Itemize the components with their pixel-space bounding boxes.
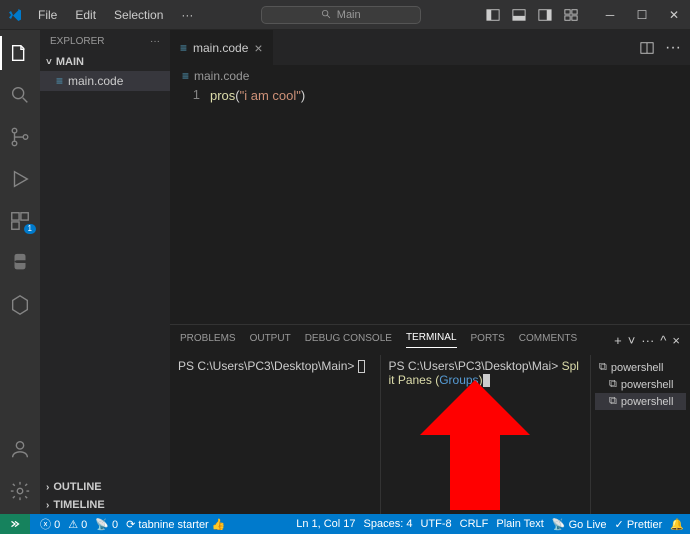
file-icon: ≡: [182, 69, 189, 83]
activity-source-control-icon[interactable]: [0, 120, 40, 154]
cursor-icon: [358, 360, 365, 373]
file-icon: ≡: [180, 41, 187, 55]
panel-tab-output[interactable]: OUTPUT: [250, 333, 291, 348]
split-editor-icon[interactable]: [636, 37, 658, 59]
tab-close-icon[interactable]: ×: [254, 40, 262, 56]
toggle-panel-icon[interactable]: [506, 0, 532, 30]
chevron-right-icon: [46, 482, 49, 493]
menu-more[interactable]: ···: [173, 4, 201, 26]
explorer-title: EXPLORER: [50, 36, 104, 47]
chevron-right-icon: [46, 500, 49, 511]
status-prettier[interactable]: ✓ Prettier: [615, 518, 663, 531]
panel-maximize-icon[interactable]: ^: [660, 333, 666, 348]
window-minimize-icon[interactable]: ─: [594, 0, 626, 30]
powershell-icon: ⧉: [609, 395, 617, 408]
terminal-list-label: powershell: [611, 362, 664, 374]
status-ports-count: 0: [112, 519, 118, 531]
toggle-secondary-icon[interactable]: [532, 0, 558, 30]
status-encoding[interactable]: UTF-8: [420, 518, 451, 530]
activity-extensions-icon[interactable]: 1: [0, 204, 40, 238]
terminal-text: Spl: [562, 359, 579, 373]
terminal-prompt: PS C:\Users\PC3\Desktop\Mai>: [389, 359, 562, 373]
outline-section[interactable]: OUTLINE: [40, 478, 170, 496]
status-spaces[interactable]: Spaces: 4: [364, 518, 413, 530]
editor-more-icon[interactable]: ···: [662, 37, 684, 59]
status-eol[interactable]: CRLF: [460, 518, 489, 530]
activity-extra-icon[interactable]: [0, 288, 40, 322]
status-language[interactable]: Plain Text: [496, 518, 544, 530]
extensions-badge: 1: [24, 224, 36, 234]
window-close-icon[interactable]: ✕: [658, 0, 690, 30]
code-paren[interactable]: ): [301, 87, 305, 105]
menu-selection[interactable]: Selection: [106, 4, 171, 26]
activity-explorer-icon[interactable]: [0, 36, 40, 70]
activity-search-icon[interactable]: [0, 78, 40, 112]
explorer-more-icon[interactable]: ···: [150, 36, 160, 47]
status-errors[interactable]: ⓧ 0: [40, 516, 60, 532]
panel-more-icon[interactable]: ···: [641, 333, 654, 348]
activity-python-icon[interactable]: [0, 246, 40, 280]
status-line-col[interactable]: Ln 1, Col 17: [296, 518, 355, 530]
line-number: 1: [170, 87, 200, 102]
code-string[interactable]: "i am cool": [240, 87, 301, 105]
powershell-icon: ⧉: [599, 361, 607, 374]
terminal-list-item[interactable]: ⧉ powershell: [595, 393, 686, 410]
customize-layout-icon[interactable]: [558, 0, 584, 30]
status-warnings-count: 0: [81, 519, 87, 531]
activity-debug-icon[interactable]: [0, 162, 40, 196]
chevron-down-icon: [46, 57, 52, 68]
status-golive-label: Go Live: [569, 519, 607, 531]
activity-account-icon[interactable]: [0, 432, 40, 466]
panel-tab-problems[interactable]: PROBLEMS: [180, 333, 236, 348]
panel-close-icon[interactable]: ×: [672, 333, 680, 348]
file-icon: ≡: [56, 74, 63, 88]
panel-tab-comments[interactable]: COMMENTS: [519, 333, 577, 348]
tree-item-main-code[interactable]: ≡ main.code: [40, 71, 170, 91]
panel-tab-ports[interactable]: PORTS: [471, 333, 505, 348]
terminal-list-item[interactable]: ⧉ powershell: [595, 376, 686, 393]
editor-tab-main-code[interactable]: ≡ main.code ×: [170, 30, 273, 65]
terminal-text-highlight: Groups: [439, 373, 478, 387]
command-center-search[interactable]: Main: [261, 6, 421, 24]
code-function-call[interactable]: pros: [210, 87, 235, 105]
terminal-prompt: PS C:\Users\PC3\Desktop\Main>: [178, 359, 358, 373]
remote-button[interactable]: [0, 514, 30, 534]
panel-tab-debug[interactable]: DEBUG CONSOLE: [305, 333, 392, 348]
vscode-icon[interactable]: [0, 0, 30, 30]
menu-edit[interactable]: Edit: [67, 4, 104, 26]
breadcrumb-file[interactable]: main.code: [194, 69, 249, 83]
toggle-sidebar-icon[interactable]: [480, 0, 506, 30]
explorer-project-section[interactable]: MAIN: [40, 53, 170, 71]
status-tabnine-label: tabnine starter: [138, 519, 208, 531]
panel-tab-terminal[interactable]: TERMINAL: [406, 332, 457, 348]
terminal-list-item[interactable]: ⧉ powershell: [595, 359, 686, 376]
terminal-pane-2[interactable]: PS C:\Users\PC3\Desktop\Mai> Spl it Pane…: [380, 355, 591, 514]
status-go-live[interactable]: 📡 Go Live: [552, 518, 607, 531]
powershell-icon: ⧉: [609, 378, 617, 391]
terminal-text: it Panes (: [389, 373, 440, 387]
menu-file[interactable]: File: [30, 4, 65, 26]
status-bell-icon[interactable]: 🔔: [670, 518, 684, 531]
timeline-section[interactable]: TIMELINE: [40, 496, 170, 514]
terminal-pane-1[interactable]: PS C:\Users\PC3\Desktop\Main>: [170, 355, 380, 514]
terminal-list-label: powershell: [621, 379, 674, 391]
status-ports[interactable]: 📡 0: [95, 518, 118, 531]
tab-label: main.code: [193, 41, 248, 55]
window-maximize-icon[interactable]: ☐: [626, 0, 658, 30]
tree-item-label: main.code: [68, 74, 123, 88]
status-errors-count: 0: [54, 519, 60, 531]
status-tabnine[interactable]: ⟳ tabnine starter 👍: [126, 518, 225, 531]
terminal-dropdown-icon[interactable]: ˅: [628, 333, 636, 348]
project-name: MAIN: [56, 56, 84, 68]
outline-label: OUTLINE: [53, 481, 101, 493]
new-terminal-icon[interactable]: +: [614, 333, 622, 348]
cursor-icon: [483, 374, 490, 387]
activity-settings-icon[interactable]: [0, 474, 40, 508]
command-center-text: Main: [337, 9, 361, 21]
status-prettier-label: Prettier: [627, 519, 662, 531]
timeline-label: TIMELINE: [53, 499, 104, 511]
status-warnings[interactable]: ⚠ 0: [68, 518, 87, 531]
terminal-list-label: powershell: [621, 396, 674, 408]
